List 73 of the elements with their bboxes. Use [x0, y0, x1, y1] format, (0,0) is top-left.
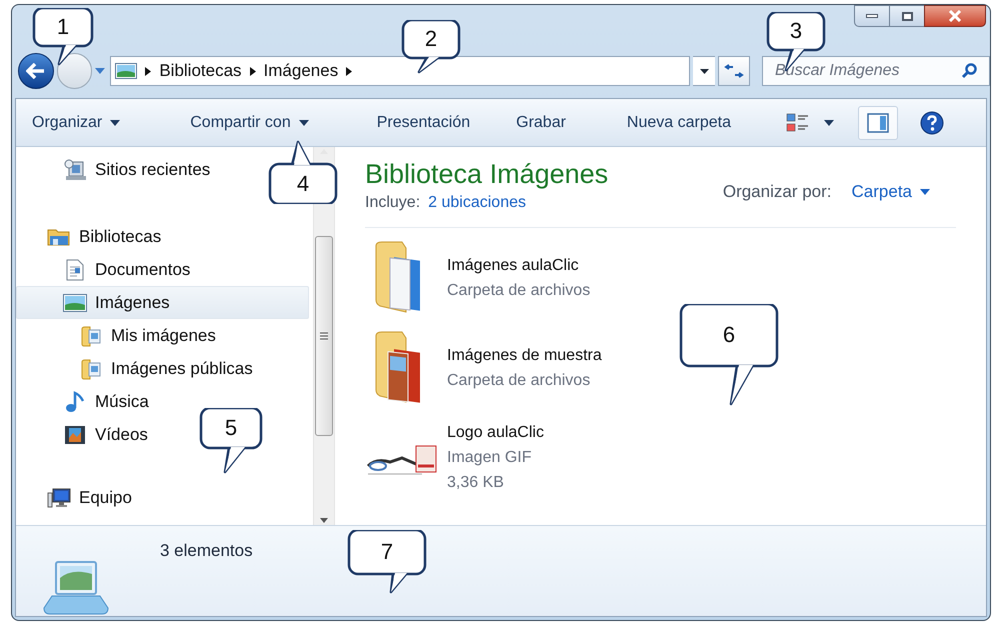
callout-number: 3 — [790, 19, 802, 43]
navigation-item[interactable]: Música — [62, 385, 150, 418]
preview-pane-button[interactable] — [858, 106, 898, 140]
navigation-item[interactable]: Documentos — [62, 253, 192, 286]
caret-icon[interactable] — [298, 120, 309, 126]
callout-number: 7 — [380, 540, 394, 564]
toolbar-button[interactable]: Presentación — [376, 110, 470, 134]
film-icon — [63, 424, 87, 444]
minimize-button[interactable] — [854, 5, 890, 27]
breadcrumb[interactable]: Bibliotecas — [159, 58, 242, 84]
view-options-button[interactable] — [786, 112, 834, 134]
file-name[interactable]: Imágenes de muestra — [447, 343, 602, 368]
navigation-item[interactable]: Vídeos — [62, 418, 149, 451]
navigation-item[interactable]: Imágenes públicas — [78, 352, 254, 385]
back-button[interactable] — [18, 53, 54, 89]
navigation-item[interactable]: Imágenes — [16, 286, 309, 319]
file-size: 3,36 KB — [447, 473, 505, 493]
pictures-library-icon — [115, 63, 138, 79]
music-note-icon — [63, 390, 87, 412]
breadcrumb-separator-icon[interactable] — [346, 66, 352, 76]
callout-number: 4 — [296, 172, 310, 196]
picture-icon — [63, 294, 87, 312]
navigation-item[interactable]: Sitios recientes — [62, 153, 212, 186]
library-title: Biblioteca Imágenes — [365, 158, 608, 191]
back-arrow-icon[interactable] — [26, 63, 46, 79]
scrollbar-thumb[interactable] — [315, 236, 333, 436]
callout-number: 5 — [224, 416, 238, 440]
item-count: 3 elementos — [160, 540, 253, 562]
file-name[interactable]: Logo aulaClic — [447, 420, 544, 445]
file-type: Carpeta de archivos — [447, 371, 592, 391]
refresh-icon[interactable] — [724, 64, 744, 78]
includes-label: Incluye: — [365, 193, 420, 213]
toolbar-button[interactable]: Nueva carpeta — [626, 110, 731, 134]
library-icon — [47, 226, 71, 246]
navigation-item[interactable]: Mis imágenes — [78, 319, 217, 352]
scroll-down-arrow-icon[interactable] — [320, 518, 328, 523]
preview-pane-icon[interactable] — [866, 112, 889, 132]
forward-button[interactable] — [56, 53, 92, 89]
help-icon[interactable] — [920, 110, 944, 134]
arrange-by-dropdown[interactable]: Carpeta — [852, 179, 930, 204]
view-icon[interactable] — [786, 112, 810, 134]
toolbar-button[interactable]: Organizar — [32, 110, 120, 134]
recent-places-icon — [63, 158, 87, 180]
history-dropdown-icon[interactable] — [95, 68, 106, 74]
folder-icon — [79, 324, 103, 346]
file-type: Carpeta de archivos — [447, 281, 590, 301]
toolbar-button[interactable]: Compartir con — [190, 110, 309, 134]
address-dropdown-button[interactable] — [693, 56, 716, 86]
callout-number: 1 — [56, 15, 70, 39]
locations-link[interactable]: 2 ubicaciones — [428, 191, 526, 215]
breadcrumb-separator-icon[interactable] — [250, 66, 256, 76]
caret-icon[interactable] — [700, 68, 709, 74]
arrange-by-label: Organizar por: — [722, 181, 832, 203]
file-type: Imagen GIF — [447, 448, 532, 468]
computer-icon — [47, 486, 71, 508]
file-name[interactable]: Imágenes aulaClic — [447, 253, 590, 278]
maximize-button[interactable] — [890, 5, 924, 27]
laptop-icon — [42, 560, 110, 616]
refresh-button[interactable] — [718, 56, 750, 86]
search-icon[interactable] — [961, 63, 977, 79]
caret-icon[interactable] — [824, 120, 834, 126]
close-button[interactable] — [924, 5, 986, 27]
callout-number: 2 — [424, 27, 438, 51]
caret-icon[interactable] — [110, 120, 120, 126]
close-icon[interactable] — [948, 10, 962, 22]
toolbar-button[interactable]: Grabar — [516, 110, 566, 134]
breadcrumb-separator-icon[interactable] — [145, 66, 152, 76]
navigation-item[interactable]: Bibliotecas — [46, 220, 162, 253]
breadcrumb[interactable]: Imágenes — [264, 58, 338, 84]
folder-icon — [79, 358, 103, 380]
navigation-item[interactable]: Equipo — [46, 481, 133, 514]
search-input: Buscar Imágenes — [775, 59, 961, 83]
callout-number: 6 — [722, 323, 736, 347]
